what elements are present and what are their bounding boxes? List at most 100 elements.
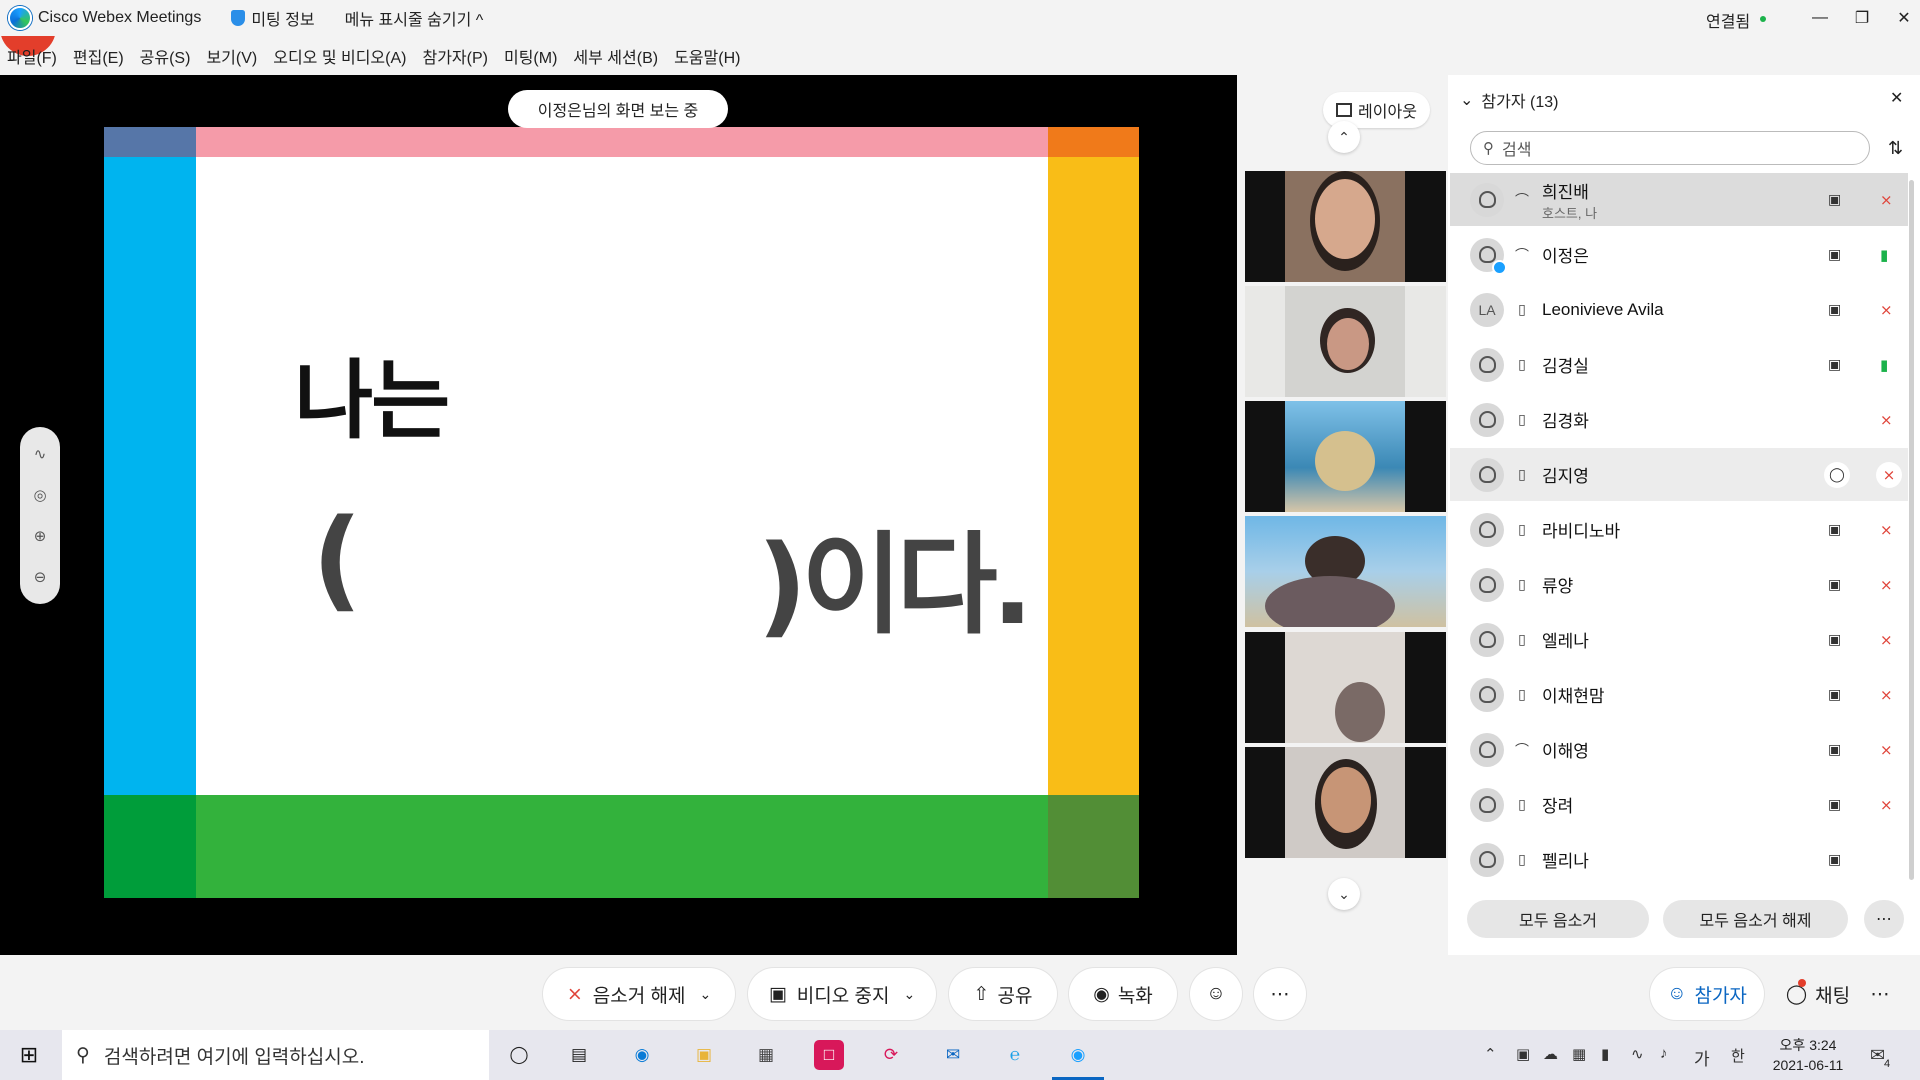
- participant-row[interactable]: LA ▯ Leonivieve Avila ▣ ⨯: [1450, 283, 1908, 336]
- unmute-button[interactable]: ⨯ 음소거 해제 ⌄: [543, 968, 735, 1020]
- camera-icon[interactable]: ▣: [1828, 741, 1841, 758]
- menu-participants[interactable]: 참가자(P): [422, 44, 488, 68]
- mic-muted-icon[interactable]: ⨯: [1880, 521, 1893, 539]
- menu-meeting[interactable]: 미팅(M): [504, 44, 557, 68]
- zoom-in-icon[interactable]: ⊕: [31, 527, 49, 545]
- camera-icon[interactable]: ▣: [1828, 796, 1841, 813]
- tray-chevron-icon[interactable]: ⌃: [1484, 1045, 1497, 1063]
- mic-on-icon[interactable]: ▮: [1880, 356, 1888, 374]
- panel-scrollbar[interactable]: [1909, 180, 1914, 880]
- cortana-icon[interactable]: ◯: [504, 1040, 534, 1070]
- mic-muted-icon[interactable]: ⨯: [1880, 411, 1893, 429]
- video-tile[interactable]: [1245, 632, 1446, 743]
- more-options-button[interactable]: ⋯: [1254, 968, 1306, 1020]
- mic-muted-icon[interactable]: ⨯: [1880, 686, 1893, 704]
- camera-icon[interactable]: ▣: [1828, 356, 1841, 373]
- app-icon[interactable]: □: [814, 1040, 844, 1070]
- stop-video-button[interactable]: ▣ 비디오 중지 ⌄: [748, 968, 936, 1020]
- participants-toggle-button[interactable]: ☺ 참가자: [1650, 968, 1764, 1020]
- notification-icon[interactable]: ✉: [1870, 1045, 1885, 1066]
- camera-icon[interactable]: ▣: [1828, 576, 1841, 593]
- close-window-button[interactable]: ✕: [1884, 0, 1920, 36]
- mic-muted-icon[interactable]: ⨯: [1880, 301, 1893, 319]
- edge-icon[interactable]: ◉: [627, 1040, 657, 1070]
- camera-icon[interactable]: ▣: [1828, 191, 1841, 208]
- task-view-icon[interactable]: ▤: [564, 1040, 594, 1070]
- remote-control-icon[interactable]: ◎: [31, 486, 49, 504]
- participant-row[interactable]: ⌒ 희진배 호스트, 나 ▣ ⨯: [1450, 173, 1908, 226]
- participant-row[interactable]: ⌒ 이정은 ▣ ▮: [1450, 228, 1908, 281]
- video-tile[interactable]: [1245, 286, 1446, 397]
- video-tile[interactable]: [1245, 747, 1446, 858]
- mic-muted-icon[interactable]: ⨯: [1880, 631, 1893, 649]
- mic-muted-icon[interactable]: ⨯: [1880, 796, 1893, 814]
- wifi-icon[interactable]: ∿: [1631, 1045, 1644, 1063]
- mute-all-button[interactable]: 모두 음소거: [1467, 900, 1649, 938]
- record-button[interactable]: ◉ 녹화: [1069, 968, 1177, 1020]
- mic-on-icon[interactable]: ▮: [1880, 246, 1888, 264]
- pen-icon[interactable]: ∿: [31, 445, 49, 463]
- video-tile[interactable]: [1245, 401, 1446, 512]
- participant-row[interactable]: ▯ 엘레나 ▣ ⨯: [1450, 613, 1908, 666]
- restore-button[interactable]: ❐: [1842, 0, 1882, 36]
- unmute-all-button[interactable]: 모두 음소거 해제: [1663, 900, 1848, 938]
- network-drive-icon[interactable]: ▦: [1572, 1045, 1586, 1063]
- participant-row[interactable]: ▯ 김지영 ◯ ⨯: [1450, 448, 1908, 501]
- minimize-button[interactable]: —: [1800, 0, 1840, 36]
- camera-icon[interactable]: ▣: [1828, 686, 1841, 703]
- participant-row[interactable]: ▯ 라비디노바 ▣ ⨯: [1450, 503, 1908, 556]
- participant-row[interactable]: ▯ 류양 ▣ ⨯: [1450, 558, 1908, 611]
- participant-row[interactable]: ⌒ 이해영 ▣ ⨯: [1450, 723, 1908, 776]
- camera-icon[interactable]: ▣: [1828, 631, 1841, 648]
- panel-header[interactable]: ⌄ 참가자 (13): [1460, 88, 1558, 112]
- mic-muted-icon[interactable]: ⨯: [1880, 191, 1893, 209]
- share-button[interactable]: ⇧ 공유: [949, 968, 1057, 1020]
- participant-row[interactable]: ▯ 김경화 ⨯: [1450, 393, 1908, 446]
- mic-muted-icon[interactable]: ⨯: [1880, 741, 1893, 759]
- chat-button[interactable]: ◯ 채팅: [1770, 968, 1866, 1020]
- camera-icon[interactable]: ▣: [1828, 851, 1841, 868]
- hide-menu-button[interactable]: 메뉴 표시줄 숨기기 ^: [345, 6, 484, 30]
- participant-row[interactable]: ▯ 이채현맘 ▣ ⨯: [1450, 668, 1908, 721]
- store-icon[interactable]: ▦: [751, 1040, 781, 1070]
- participant-row[interactable]: ▯ 김경실 ▣ ▮: [1450, 338, 1908, 391]
- ime-mode[interactable]: 한: [1731, 1045, 1745, 1066]
- file-explorer-icon[interactable]: ▣: [689, 1040, 719, 1070]
- webcam-tray-icon[interactable]: ▣: [1516, 1045, 1530, 1063]
- windows-start-icon[interactable]: ⊞: [14, 1040, 44, 1070]
- menu-breakout[interactable]: 세부 세션(B): [573, 44, 658, 68]
- menu-file[interactable]: 파일(F): [7, 44, 57, 68]
- taskbar-clock[interactable]: 오후 3:24 2021-06-11: [1770, 1035, 1846, 1075]
- ime-language[interactable]: 가: [1694, 1045, 1710, 1070]
- zoom-out-icon[interactable]: ⊖: [31, 568, 49, 586]
- scroll-down-button[interactable]: ⌄: [1328, 878, 1360, 910]
- overflow-button[interactable]: ⋯: [1854, 968, 1906, 1020]
- mic-muted-icon[interactable]: ⨯: [1876, 461, 1902, 488]
- webex-taskbar-icon[interactable]: ◉: [1063, 1040, 1093, 1070]
- sort-icon[interactable]: ⇅: [1888, 138, 1903, 159]
- menu-edit[interactable]: 편집(E): [73, 44, 124, 68]
- battery-icon[interactable]: ▮: [1601, 1045, 1609, 1063]
- meeting-info-button[interactable]: 미팅 정보: [251, 6, 314, 30]
- mic-muted-icon[interactable]: ⨯: [1880, 576, 1893, 594]
- menu-audio-video[interactable]: 오디오 및 비디오(A): [273, 44, 406, 68]
- camera-icon[interactable]: ▣: [1828, 521, 1841, 538]
- chat-icon[interactable]: ◯: [1824, 461, 1850, 488]
- onedrive-icon[interactable]: ☁: [1543, 1045, 1558, 1063]
- panel-more-button[interactable]: ⋯: [1864, 900, 1904, 938]
- camera-icon[interactable]: ▣: [1828, 301, 1841, 318]
- mail-icon[interactable]: ✉: [938, 1040, 968, 1070]
- menu-share[interactable]: 공유(S): [140, 44, 191, 68]
- menu-help[interactable]: 도움말(H): [674, 44, 740, 68]
- camera-icon[interactable]: ▣: [1828, 246, 1841, 263]
- video-tile[interactable]: [1245, 516, 1446, 627]
- sync-app-icon[interactable]: ⟳: [876, 1040, 906, 1070]
- internet-explorer-icon[interactable]: ℮: [1000, 1040, 1030, 1070]
- participant-search-input[interactable]: ⚲ 검색: [1470, 131, 1870, 165]
- taskbar-search-input[interactable]: ⚲ 검색하려면 여기에 입력하십시오.: [62, 1030, 489, 1080]
- participant-row[interactable]: ▯ 펠리나 ▣: [1450, 833, 1908, 886]
- reactions-button[interactable]: ☺: [1190, 968, 1242, 1020]
- video-tile[interactable]: [1245, 171, 1446, 282]
- volume-icon[interactable]: ♪: [1660, 1045, 1668, 1062]
- menu-view[interactable]: 보기(V): [206, 44, 257, 68]
